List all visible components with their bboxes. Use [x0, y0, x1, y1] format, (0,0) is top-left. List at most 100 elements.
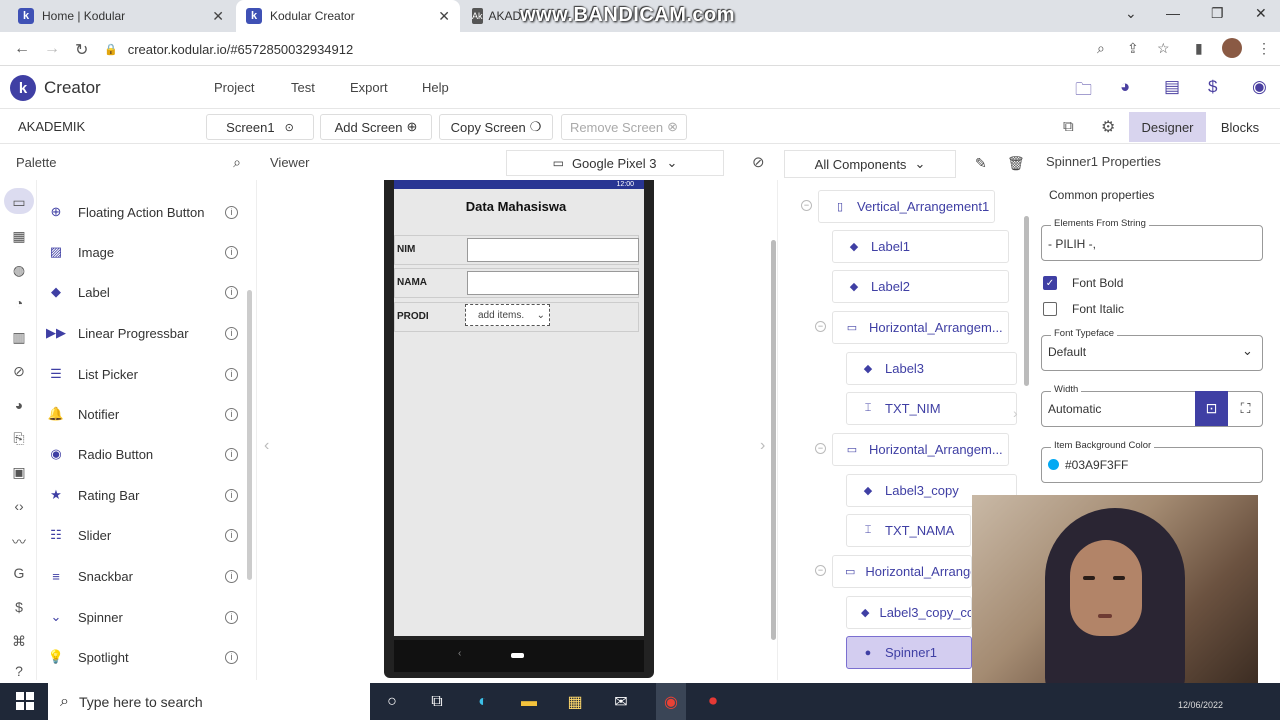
info-icon[interactable]: i [225, 326, 238, 340]
menu-export[interactable]: Export [350, 80, 388, 95]
info-icon[interactable]: i [225, 367, 238, 381]
info-icon[interactable]: i [225, 407, 238, 421]
edit-pencil-icon[interactable]: ✎ [975, 155, 987, 172]
media-icon[interactable]: ◍ [10, 262, 28, 279]
search-icon[interactable]: ⌕ [233, 154, 241, 171]
share-icon[interactable]: ⇪ [1127, 40, 1139, 57]
browser-tab-home[interactable]: k Home | Kodular ✕ [8, 0, 234, 32]
component-spinner1[interactable]: ● Spinner1 [846, 636, 972, 669]
components-filter[interactable]: All Components ⌄ [784, 150, 956, 178]
dollar-icon[interactable]: $ [10, 599, 28, 615]
palette-item-linear-progressbar[interactable]: ▶▶ Linear Progressbar i [46, 313, 238, 353]
info-icon[interactable]: i [225, 610, 238, 624]
info-icon[interactable]: i [225, 528, 238, 542]
storage-icon[interactable]: ⎘ [10, 430, 28, 447]
bookmark-star-icon[interactable]: ☆ [1157, 40, 1170, 57]
task-view-icon[interactable]: ⧉ [426, 691, 448, 713]
cortana-icon[interactable]: ○ [381, 691, 403, 713]
store-icon[interactable]: ▦ [564, 691, 586, 713]
font-typeface-select[interactable]: Default ⌄ [1041, 335, 1263, 371]
google-icon[interactable]: G [10, 565, 28, 581]
component-txt-nim[interactable]: ⌶ TXT_NIM [846, 392, 1017, 425]
browser-tab-creator[interactable]: k Kodular Creator ✕ [236, 0, 460, 32]
info-icon[interactable]: i [225, 285, 238, 299]
info-icon[interactable]: i [225, 650, 238, 664]
close-icon[interactable]: ✕ [438, 8, 450, 25]
components-scrollbar[interactable] [1024, 216, 1029, 386]
font-bold-checkbox[interactable]: ✓ [1043, 276, 1057, 290]
layout-icon[interactable]: ▦ [10, 228, 28, 245]
forward-arrow-icon[interactable]: → [44, 40, 60, 58]
palette-scrollbar[interactable] [247, 290, 252, 580]
browser-tab-akad[interactable]: Ak AKAD [462, 0, 522, 32]
info-icon[interactable]: i [225, 447, 238, 461]
component-label1[interactable]: ◆ Label1 [832, 230, 1009, 263]
device-selector[interactable]: ▭ Google Pixel 3 ⌄ [506, 150, 724, 176]
menu-help[interactable]: Help [422, 80, 449, 95]
taskbar-search[interactable]: ⌕ Type here to search [48, 683, 370, 720]
dollar-icon[interactable]: $ [1208, 77, 1217, 97]
nim-textbox[interactable] [467, 238, 639, 262]
width-fill-parent-button[interactable]: ⛶ [1229, 391, 1262, 426]
color-swatch[interactable] [1048, 459, 1059, 470]
gallery-icon[interactable]: ⧉ [1063, 118, 1074, 135]
menu-project[interactable]: Project [214, 80, 254, 95]
maps-icon[interactable]: ▥ [10, 329, 28, 346]
palette-item-snackbar[interactable]: ≡ Snackbar i [48, 556, 238, 596]
sidepanel-icon[interactable]: ▮ [1195, 40, 1203, 57]
properties-section-tab[interactable]: Common properties [1049, 188, 1154, 202]
palette-item-label[interactable]: ◆ Label i [48, 272, 238, 312]
prodi-label[interactable]: PRODI [397, 311, 429, 322]
collapse-toggle-icon[interactable]: − [801, 200, 812, 211]
folder-star-icon[interactable]: 🗀 [1075, 77, 1092, 106]
collapse-toggle-icon[interactable]: − [815, 321, 826, 332]
row-nama[interactable]: NAMA [394, 268, 639, 298]
edge-icon[interactable]: ◐ [472, 691, 494, 713]
palette-item-radio-button[interactable]: ◉ Radio Button i [48, 434, 238, 474]
file-explorer-icon[interactable]: ▬ [518, 691, 540, 713]
restore-icon[interactable]: ❐ [1211, 5, 1224, 22]
reload-icon[interactable]: ↻ [75, 40, 88, 60]
user-interface-icon[interactable]: ▭ [10, 194, 28, 211]
app-title-label[interactable]: Data Mahasiswa [394, 199, 638, 214]
window-close-icon[interactable]: ✕ [1255, 5, 1267, 22]
component-vertical-arrangement1[interactable]: ▯ Vertical_Arrangement1 [818, 190, 995, 223]
palette-item-rating-bar[interactable]: ★ Rating Bar i [48, 475, 238, 515]
account-icon[interactable]: ◉ [1252, 77, 1267, 97]
collapse-toggle-icon[interactable]: − [815, 565, 826, 576]
palette-item-list-picker[interactable]: ☰ List Picker i [48, 354, 238, 394]
minimize-icon[interactable]: — [1166, 5, 1180, 21]
info-icon[interactable]: i [225, 569, 238, 583]
info-icon[interactable]: i [225, 205, 238, 219]
nama-label[interactable]: NAMA [397, 277, 427, 288]
extensions-icon[interactable]: ⌘ [10, 633, 28, 650]
social-icon[interactable]: ◕ [10, 397, 28, 413]
mail-icon[interactable]: ✉ [610, 691, 632, 713]
component-label3[interactable]: ◆ Label3 [846, 352, 1017, 385]
palette-item-notifier[interactable]: 🔔 Notifier i [48, 394, 238, 434]
viewer-scrollbar[interactable] [771, 240, 776, 640]
component-label3-copy-copy[interactable]: ◆ Label3_copy_co [846, 596, 972, 629]
width-automatic-button[interactable]: ⊡ [1195, 391, 1228, 426]
chevron-right-icon[interactable]: › [760, 437, 765, 455]
chevron-left-icon[interactable]: ‹ [264, 437, 269, 455]
code-icon[interactable]: ‹› [10, 498, 28, 514]
menu-test[interactable]: Test [291, 80, 315, 95]
chevron-right-icon[interactable]: › [1013, 405, 1018, 421]
designer-button[interactable]: Designer [1129, 112, 1206, 142]
row-nim[interactable]: NIM [394, 235, 639, 265]
bandicam-record-icon[interactable]: ⏺ [702, 691, 724, 713]
palette-icon[interactable]: ◕ [1120, 77, 1130, 97]
profile-avatar[interactable] [1222, 38, 1242, 58]
remove-screen-button[interactable]: Remove Screen ⊗ [561, 114, 687, 140]
kodular-logo[interactable]: k [10, 75, 36, 101]
back-arrow-icon[interactable]: ← [14, 40, 30, 58]
copy-screen-button[interactable]: Copy Screen ❍ [439, 114, 553, 140]
screen-selector[interactable]: Screen1 ⊙ [206, 114, 314, 140]
info-icon[interactable]: i [225, 245, 238, 259]
library-icon[interactable]: ▤ [1164, 77, 1180, 97]
more-vert-icon[interactable]: ⋮ [1257, 40, 1271, 57]
component-horizontal-arrangement[interactable]: ▭ Horizontal_Arrange [832, 555, 972, 588]
component-label2[interactable]: ◆ Label2 [832, 270, 1009, 303]
drawing-icon[interactable]: ◔ [10, 295, 28, 311]
